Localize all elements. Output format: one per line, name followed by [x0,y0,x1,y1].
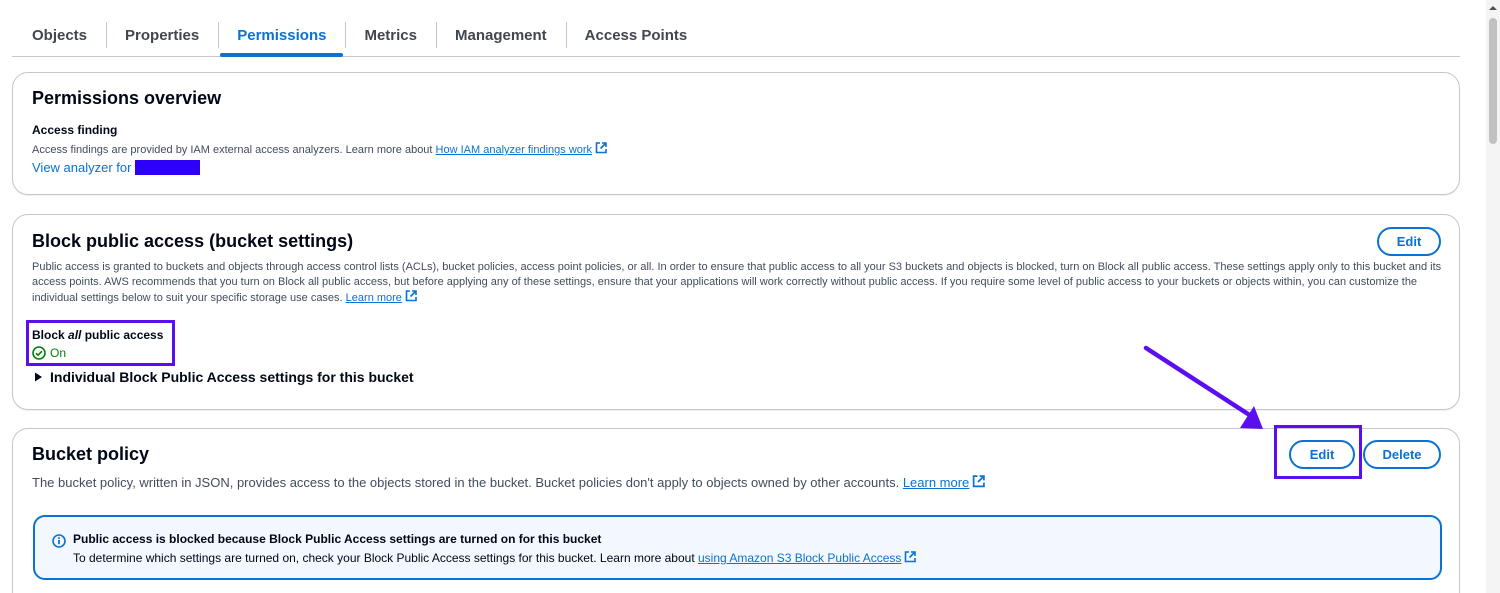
edit-highlight-box [1274,425,1362,479]
view-analyzer-link[interactable]: View analyzer for [32,160,131,175]
block-public-access-title: Block public access (bucket settings) [32,231,354,251]
info-icon [52,534,66,548]
block-public-access-edit-button[interactable]: Edit [1377,227,1441,256]
alert-title: Public access is blocked because Block P… [73,532,602,546]
tab-management[interactable]: Management [435,14,566,56]
block-all-highlight-box [26,320,175,366]
bucket-policy-text: The bucket policy, written in JSON, prov… [32,475,903,490]
external-link-icon [405,290,417,302]
permissions-overview-panel: Permissions overview Access finding Acce… [12,72,1460,195]
annotation-arrow-icon [1143,345,1263,429]
tab-objects[interactable]: Objects [12,14,106,56]
permissions-overview-title: Permissions overview [32,88,222,108]
access-finding-text: Access findings are provided by IAM exte… [32,144,436,156]
block-public-access-docs-link[interactable]: using Amazon S3 Block Public Access [698,551,901,565]
bucket-policy-panel: Bucket policy Edit Delete The bucket pol… [12,428,1460,593]
bucket-policy-description: The bucket policy, written in JSON, prov… [32,475,986,490]
bucket-policy-learn-more-link[interactable]: Learn more [903,475,969,490]
caret-right-icon [35,372,42,382]
access-finding-label: Access finding [32,123,118,137]
s3-bucket-permissions-page: Objects Properties Permissions Metrics M… [0,0,1500,593]
tab-permissions[interactable]: Permissions [218,14,345,57]
redacted-region [135,160,201,175]
individual-settings-expander[interactable]: Individual Block Public Access settings … [34,369,414,385]
block-public-access-description: Public access is granted to buckets and … [32,260,1446,306]
bucket-policy-title: Bucket policy [32,444,150,464]
block-public-access-learn-more-link[interactable]: Learn more [346,292,402,304]
access-finding-description: Access findings are provided by IAM exte… [32,142,607,158]
bucket-tabs: Objects Properties Permissions Metrics M… [12,14,1460,57]
alert-body: To determine which settings are turned o… [73,551,917,565]
scrollbar-thumb[interactable] [1489,18,1497,144]
external-link-icon [595,142,607,154]
iam-analyzer-findings-link[interactable]: How IAM analyzer findings work [436,144,593,156]
individual-settings-label: Individual Block Public Access settings … [50,369,414,385]
alert-body-text: To determine which settings are turned o… [73,551,698,565]
public-access-blocked-alert: Public access is blocked because Block P… [33,515,1442,580]
tab-access-points[interactable]: Access Points [565,14,707,56]
tab-metrics[interactable]: Metrics [345,14,436,56]
external-link-icon [905,551,917,563]
bucket-policy-delete-button[interactable]: Delete [1363,440,1441,469]
view-analyzer-row: View analyzer for [32,160,201,175]
external-link-icon [973,475,986,488]
vertical-scrollbar[interactable] [1486,0,1500,593]
tab-properties[interactable]: Properties [106,14,218,56]
block-public-access-text: Public access is granted to buckets and … [32,261,1442,304]
scroll-up-arrow-icon[interactable] [1489,4,1497,12]
